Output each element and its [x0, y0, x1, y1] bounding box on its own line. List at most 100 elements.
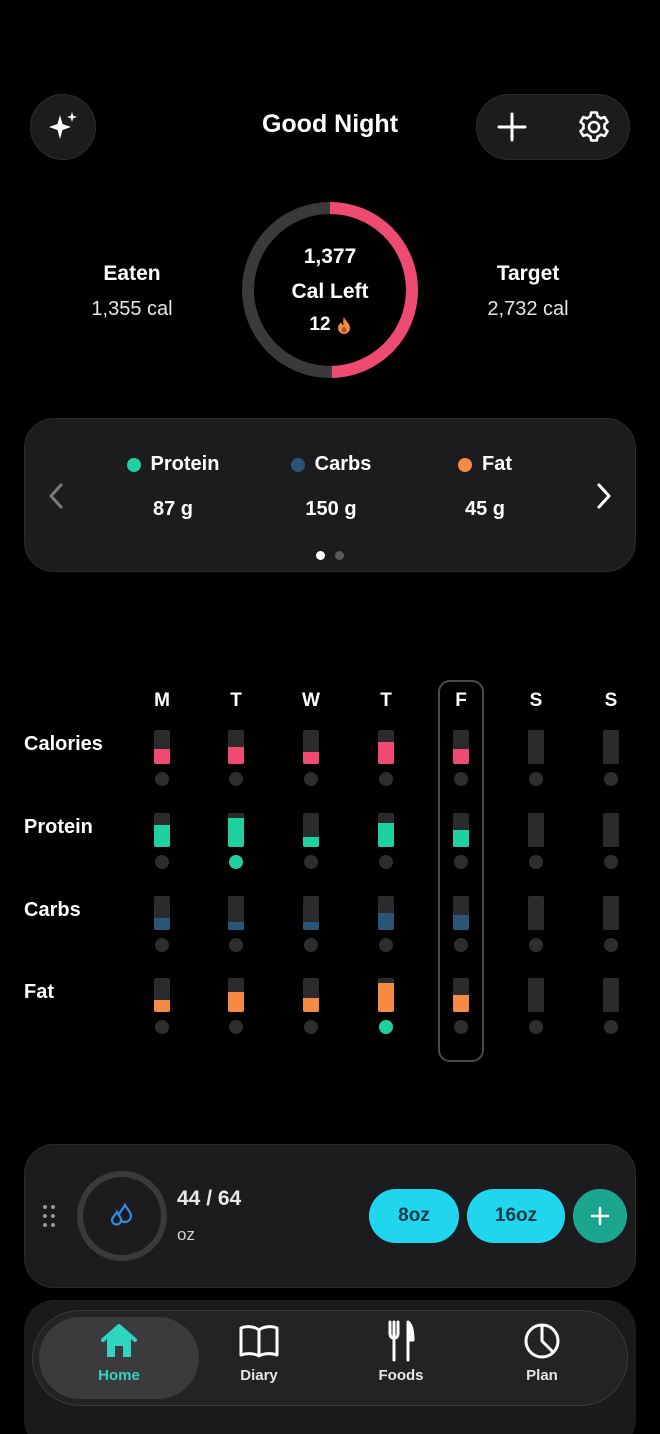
target-stat: Target 2,732 cal [428, 262, 628, 321]
add-16oz-button[interactable]: 16oz [467, 1189, 565, 1243]
tab-plan[interactable]: Plan [482, 1319, 602, 1399]
target-value: 2,732 cal [487, 298, 569, 320]
day-progress-bar[interactable] [154, 978, 170, 1012]
day-progress-bar[interactable] [228, 730, 244, 764]
day-progress-bar[interactable] [303, 730, 319, 764]
bar-fill [228, 921, 244, 930]
goal-met-dot [155, 1020, 169, 1034]
bar-fill [228, 991, 244, 1012]
day-progress-bar[interactable] [453, 813, 469, 847]
water-unit: oz [177, 1225, 195, 1244]
protein-dot [126, 457, 141, 472]
day-progress-bar[interactable] [528, 813, 544, 847]
day-progress-bar[interactable] [303, 813, 319, 847]
page-indicator [25, 551, 635, 560]
day-header[interactable]: T [216, 690, 256, 712]
tab-label: Diary [240, 1367, 278, 1384]
day-progress-bar[interactable] [228, 896, 244, 930]
goal-met-dot [529, 938, 543, 952]
day-progress-bar[interactable] [453, 730, 469, 764]
day-progress-bar[interactable] [303, 896, 319, 930]
day-header[interactable]: W [291, 690, 331, 712]
water-tracker-card: 44 / 64 oz 8oz 16oz [24, 1144, 636, 1288]
bar-fill [154, 1000, 170, 1012]
fat-dot [458, 457, 472, 472]
day-progress-bar[interactable] [154, 813, 170, 847]
book-icon [239, 1325, 279, 1358]
gear-icon [579, 111, 609, 142]
water-amount: 44 / 64 [177, 1187, 242, 1210]
plus-icon [590, 1206, 610, 1226]
goal-met-dot [304, 938, 318, 952]
home-icon [101, 1324, 137, 1357]
day-header[interactable]: S [516, 690, 556, 712]
day-progress-bar[interactable] [378, 978, 394, 1012]
eaten-value: 1,355 cal [91, 298, 173, 320]
goal-met-dot [454, 855, 468, 869]
day-progress-bar[interactable] [378, 813, 394, 847]
goal-met-dot [304, 772, 318, 786]
bar-fill [303, 836, 319, 847]
day-progress-bar[interactable] [603, 978, 619, 1012]
macro-name: Protein [150, 453, 220, 475]
tab-foods[interactable]: Foods [341, 1319, 461, 1399]
fork-knife-icon [388, 1320, 415, 1362]
bar-fill [453, 748, 469, 764]
day-progress-bar[interactable] [228, 813, 244, 847]
bar-fill [378, 913, 394, 930]
flame-icon [337, 317, 350, 334]
prev-button[interactable] [41, 479, 71, 513]
row-label: Fat [24, 981, 54, 1003]
day-header[interactable]: M [142, 690, 182, 712]
cal-left-value: 1,377 [303, 245, 357, 268]
macro-value: 45 g [464, 498, 506, 520]
day-progress-bar[interactable] [154, 896, 170, 930]
goal-met-dot [379, 772, 393, 786]
day-progress-bar[interactable] [528, 978, 544, 1012]
macro-value: 87 g [152, 498, 194, 520]
bar-fill [154, 824, 170, 847]
macro-value: 150 g [305, 498, 357, 520]
goal-met-dot [379, 938, 393, 952]
macro-card[interactable]: Protein 87 g Carbs 150 g Fat 45 g [24, 418, 636, 572]
bar-fill [154, 748, 170, 764]
page-dot[interactable] [335, 551, 344, 560]
day-progress-bar[interactable] [453, 978, 469, 1012]
row-label: Carbs [24, 899, 81, 921]
day-progress-bar[interactable] [228, 978, 244, 1012]
next-button[interactable] [589, 479, 619, 513]
add-8oz-button[interactable]: 8oz [369, 1189, 459, 1243]
drag-handle[interactable] [43, 1205, 57, 1229]
tab-label: Foods [378, 1367, 424, 1384]
page-dot-active[interactable] [316, 551, 325, 560]
tab-label: Home [98, 1367, 140, 1384]
goal-met-dot [604, 855, 618, 869]
day-progress-bar[interactable] [528, 730, 544, 764]
goal-met-dot [229, 855, 243, 869]
tab-bar: Home Diary Foods Plan [32, 1310, 628, 1406]
settings-button[interactable] [561, 95, 627, 159]
add-water-button[interactable] [573, 1189, 627, 1243]
day-progress-bar[interactable] [603, 730, 619, 764]
day-progress-bar[interactable] [453, 896, 469, 930]
chevron-right-icon [597, 483, 611, 509]
day-progress-bar[interactable] [303, 978, 319, 1012]
goal-met-dot [604, 938, 618, 952]
day-progress-bar[interactable] [154, 730, 170, 764]
day-progress-bar[interactable] [378, 730, 394, 764]
eaten-stat: Eaten 1,355 cal [32, 262, 232, 321]
goal-met-dot [379, 1020, 393, 1034]
add-button[interactable] [479, 95, 545, 159]
day-progress-bar[interactable] [378, 896, 394, 930]
goal-met-dot [229, 938, 243, 952]
day-header[interactable]: S [591, 690, 631, 712]
day-progress-bar[interactable] [603, 896, 619, 930]
tab-home[interactable]: Home [59, 1319, 179, 1399]
goal-met-dot [604, 1020, 618, 1034]
day-header[interactable]: T [366, 690, 406, 712]
bar-fill [453, 995, 469, 1012]
goal-met-dot [529, 1020, 543, 1034]
tab-diary[interactable]: Diary [199, 1319, 319, 1399]
day-progress-bar[interactable] [528, 896, 544, 930]
day-progress-bar[interactable] [603, 813, 619, 847]
